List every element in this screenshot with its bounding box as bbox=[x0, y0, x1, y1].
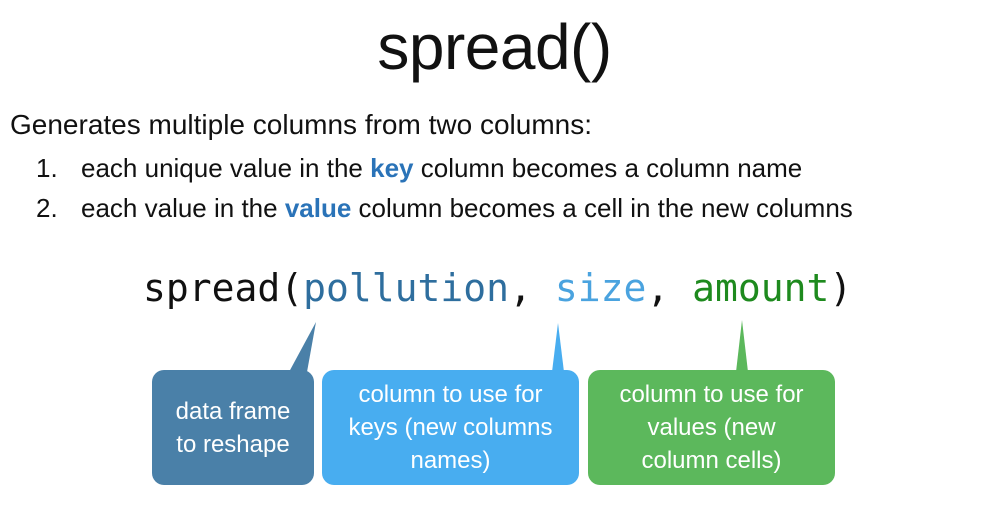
code-close-paren: ) bbox=[829, 266, 853, 310]
data-frame-callout: data frame to reshape bbox=[152, 370, 314, 485]
value-callout: column to use for values (new column cel… bbox=[588, 370, 835, 485]
callout-line: to reshape bbox=[176, 430, 290, 458]
value-pointer bbox=[736, 320, 748, 372]
keyword-value: value bbox=[284, 193, 352, 223]
callout-line: data frame bbox=[175, 397, 291, 425]
callout-line: column to use for bbox=[619, 381, 804, 408]
callout-line: column cells) bbox=[641, 447, 782, 474]
code-arg-key: size bbox=[554, 266, 647, 310]
list-item-number: 1. bbox=[36, 153, 58, 183]
list-item: 2. each value in the value column becomes… bbox=[36, 188, 853, 228]
code-function: spread( bbox=[143, 266, 304, 310]
callout-line: names) bbox=[410, 447, 491, 474]
list-item-text: each unique value in the bbox=[81, 153, 371, 183]
list-item-text: each value in the bbox=[81, 193, 285, 223]
callout-line: column to use for bbox=[358, 381, 543, 408]
list-item-number: 2. bbox=[36, 193, 58, 223]
steps-list: 1. each unique value in the key column be… bbox=[36, 148, 853, 228]
list-item-text: column becomes a column name bbox=[413, 153, 803, 183]
key-pointer bbox=[552, 323, 564, 372]
intro-text: Generates multiple columns from two colu… bbox=[10, 109, 592, 140]
keyword-key: key bbox=[370, 153, 414, 183]
code-separator: , bbox=[646, 266, 693, 310]
code-arg-value: amount bbox=[692, 266, 830, 310]
callout-line: keys (new columns bbox=[348, 414, 553, 441]
list-item: 1. each unique value in the key column be… bbox=[36, 148, 853, 188]
key-callout: column to use for keys (new columns name… bbox=[322, 370, 579, 485]
code-separator: , bbox=[509, 266, 555, 310]
code-example: spread(pollution, size, amount) bbox=[143, 264, 852, 312]
data-frame-pointer bbox=[289, 322, 316, 372]
list-item-text: column becomes a cell in the new columns bbox=[351, 193, 853, 223]
code-arg-data-frame: pollution bbox=[303, 266, 510, 310]
page-title: spread() bbox=[377, 11, 612, 83]
callout-line: values (new bbox=[647, 414, 776, 441]
